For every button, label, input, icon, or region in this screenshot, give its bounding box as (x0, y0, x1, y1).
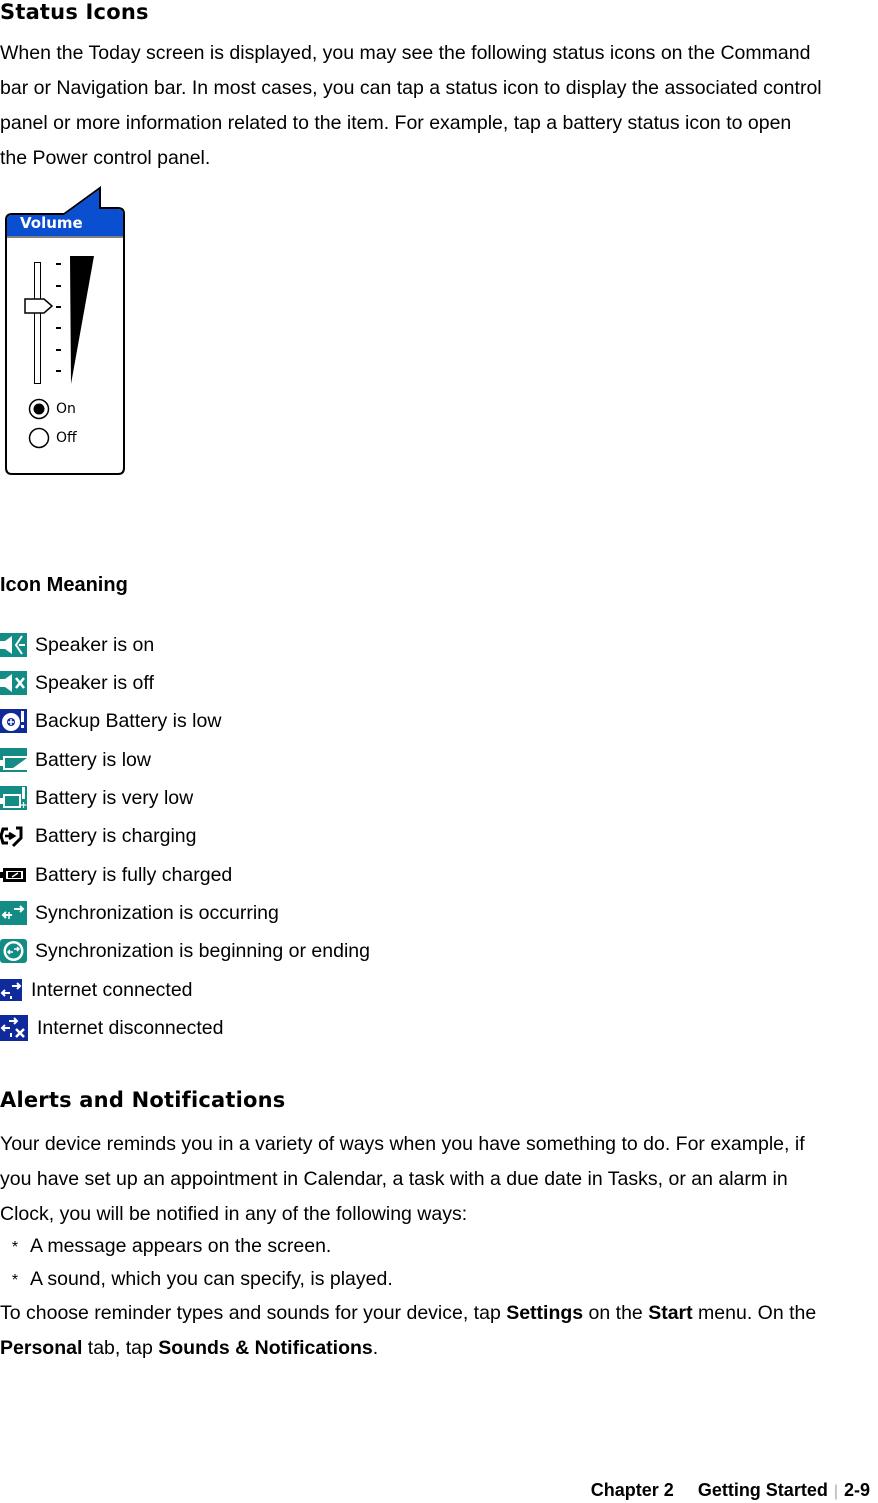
icon-meaning: Synchronization is occurring (35, 901, 279, 924)
volume-ticks (56, 263, 61, 372)
page-number: 2-9 (843, 1480, 870, 1500)
battery-low-icon (0, 748, 27, 772)
bullet-text: A sound, which you can specify, is playe… (30, 1268, 393, 1290)
volume-off-radio[interactable]: Off (28, 427, 77, 449)
icon-meaning-heading: Icon Meaning (0, 574, 128, 596)
closing-line-1: To choose reminder types and sounds for … (0, 1296, 878, 1331)
closing-line-2: Personal tab, tap Sounds & Notifications… (0, 1331, 878, 1366)
alerts-intro: Your device reminds you in a variety of … (0, 1127, 878, 1232)
icon-meaning: Internet connected (31, 978, 193, 1001)
icon-list-item: Battery is very low (0, 784, 193, 812)
icon-meaning: Internet disconnected (37, 1016, 224, 1039)
icon-list-item: Internet disconnected (0, 1014, 223, 1042)
internet-connected-icon (0, 979, 22, 1001)
page-footer: Chapter 2 Getting Started | 2-9 (591, 1480, 870, 1501)
alerts-closing: To choose reminder types and sounds for … (0, 1296, 878, 1366)
closing-text: menu. On the (692, 1302, 817, 1324)
footer-chapter: Chapter 2 (590, 1480, 674, 1500)
icon-meaning: Backup Battery is low (35, 709, 222, 732)
icon-meaning: Battery is charging (35, 824, 197, 847)
radio-unselected-icon (28, 427, 50, 449)
bullet-star-icon: * (11, 1272, 19, 1289)
intro-line: bar or Navigation bar. In most cases, yo… (0, 77, 822, 99)
speaker-on-icon (0, 633, 27, 657)
icon-list-item: Synchronization is occurring (0, 899, 279, 927)
icon-meaning: Battery is fully charged (35, 863, 233, 886)
footer-section: Getting Started (697, 1480, 828, 1500)
icon-list-item: Synchronization is beginning or ending (0, 937, 370, 965)
volume-off-label: Off (56, 430, 77, 446)
icon-meaning: Speaker is on (35, 633, 155, 656)
closing-text: To choose reminder types and sounds for … (0, 1302, 507, 1324)
icon-meaning: Speaker is off (35, 671, 154, 694)
closing-text: on the (583, 1302, 649, 1324)
bullet-text: A message appears on the screen. (30, 1235, 332, 1257)
volume-on-label: On (56, 401, 76, 417)
personal-emphasis: Personal (0, 1337, 83, 1359)
intro-line: Your device reminds you in a variety of … (0, 1133, 805, 1155)
bullet-item: * A message appears on the screen. (0, 1229, 331, 1265)
speaker-off-icon (0, 671, 27, 695)
footer-separator: | (833, 1483, 838, 1500)
closing-text: tab, tap (82, 1337, 159, 1359)
sync-occurring-icon (0, 901, 27, 925)
icon-list-item: Internet connected (0, 976, 193, 1004)
battery-full-icon (0, 868, 26, 882)
volume-title: Volume (20, 214, 83, 232)
icon-list-item: Battery is charging (0, 822, 197, 850)
internet-disconnected-icon (0, 1015, 28, 1041)
section-heading-alerts: Alerts and Notifications (0, 1088, 286, 1112)
radio-selected-icon (28, 398, 50, 420)
start-emphasis: Start (648, 1302, 693, 1324)
icon-list-item: Battery is low (0, 746, 151, 774)
intro-line: Clock, you will be notified in any of th… (0, 1203, 468, 1225)
volume-slider-track[interactable] (34, 262, 41, 384)
icon-list-item: Backup Battery is low (0, 707, 221, 735)
icon-meaning: Synchronization is beginning or ending (35, 939, 370, 962)
sync-begin-end-icon (0, 939, 27, 963)
closing-text: . (372, 1337, 379, 1359)
intro-line: you have set up an appointment in Calend… (0, 1168, 788, 1190)
icon-list-item: Speaker is off (0, 669, 154, 697)
status-icons-intro: When the Today screen is displayed, you … (0, 36, 878, 176)
backup-battery-low-icon (0, 709, 27, 733)
bullet-item: * A sound, which you can specify, is play… (0, 1262, 393, 1298)
icon-list-item: Speaker is on (0, 631, 154, 659)
settings-emphasis: Settings (506, 1302, 584, 1324)
battery-very-low-icon (0, 786, 27, 810)
intro-line: panel or more information related to the… (0, 112, 792, 134)
icon-meaning: Battery is very low (35, 786, 194, 809)
sounds-notifications-emphasis: Sounds & Notifications (158, 1337, 373, 1359)
intro-line: When the Today screen is displayed, you … (0, 42, 811, 64)
volume-slider-thumb[interactable] (24, 298, 54, 314)
volume-level-wedge (70, 256, 94, 384)
volume-panel: Volume On Off (4, 184, 126, 476)
volume-on-radio[interactable]: On (28, 398, 76, 420)
section-heading-status-icons: Status Icons (0, 0, 149, 24)
icon-list-item: Battery is fully charged (0, 861, 232, 889)
intro-line: the Power control panel. (0, 147, 211, 169)
bullet-star-icon: * (11, 1239, 19, 1256)
icon-meaning: Battery is low (35, 748, 151, 771)
battery-charging-icon (0, 826, 23, 848)
